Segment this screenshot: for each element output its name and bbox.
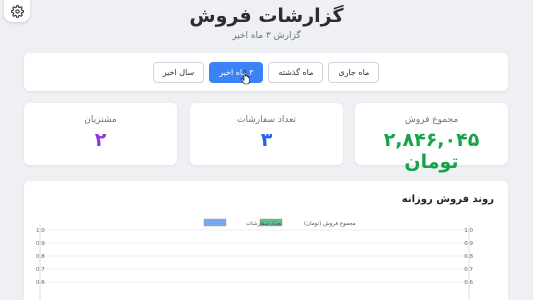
page-subtitle: گزارش ۳ ماه اخیر [232, 31, 301, 41]
y-tick-label-left: 1.0 [36, 228, 45, 234]
filter-last-month-button[interactable]: ماه گذشته [268, 62, 324, 83]
customers-card: مشتریان ۲ [24, 103, 177, 165]
filter-last-3-months-button[interactable]: ۳ ماه اخیر [209, 62, 264, 83]
total-sales-card: مجموع فروش ۲,۸۴۶,۰۴۵ تومان [355, 103, 508, 173]
legend-swatch [203, 218, 227, 227]
order-count-card: تعداد سفارشات ۳ [190, 103, 343, 165]
legend-label: تعداد سفارشات [246, 221, 282, 227]
page-header: گزارشات فروش گزارش ۳ ماه اخیر [0, 4, 533, 41]
legend-label: مجموع فروش (تومان) [304, 221, 356, 227]
filter-current-month-button[interactable]: ماه جاری [328, 62, 380, 83]
y-tick-label-left: 0.8 [36, 254, 45, 260]
order-count-label: تعداد سفارشات [237, 115, 296, 125]
y-tick-label-left: 0.7 [36, 267, 45, 273]
y-tick-label-left: 0.9 [36, 241, 45, 247]
period-filter-group: ماه جاری ماه گذشته ۳ ماه اخیر سال اخیر [24, 62, 508, 83]
total-sales-value: ۲,۸۴۶,۰۴۵ تومان [383, 129, 480, 173]
filter-last-year-button[interactable]: سال اخیر [152, 62, 205, 83]
period-filter-card: ماه جاری ماه گذشته ۳ ماه اخیر سال اخیر [24, 53, 508, 91]
page-title: گزارشات فروش [189, 5, 344, 27]
total-sales-label: مجموع فروش [404, 115, 459, 125]
customers-label: مشتریان [84, 115, 117, 125]
daily-sales-chart-card: روند فروش روزانه 1.0 1.0 0.9 0.9 0.8 0.8 0.7 0.… [24, 181, 508, 300]
order-count-value: ۳ [260, 129, 273, 151]
customers-value: ۲ [94, 129, 107, 151]
daily-sales-chart: 1.0 1.00.9 0.90.8 0.80.7 0.70.6 0.6مجموع فروش… [36, 218, 473, 300]
hand-cursor-icon [241, 70, 250, 85]
y-tick-label-left: 0.6 [36, 280, 45, 286]
